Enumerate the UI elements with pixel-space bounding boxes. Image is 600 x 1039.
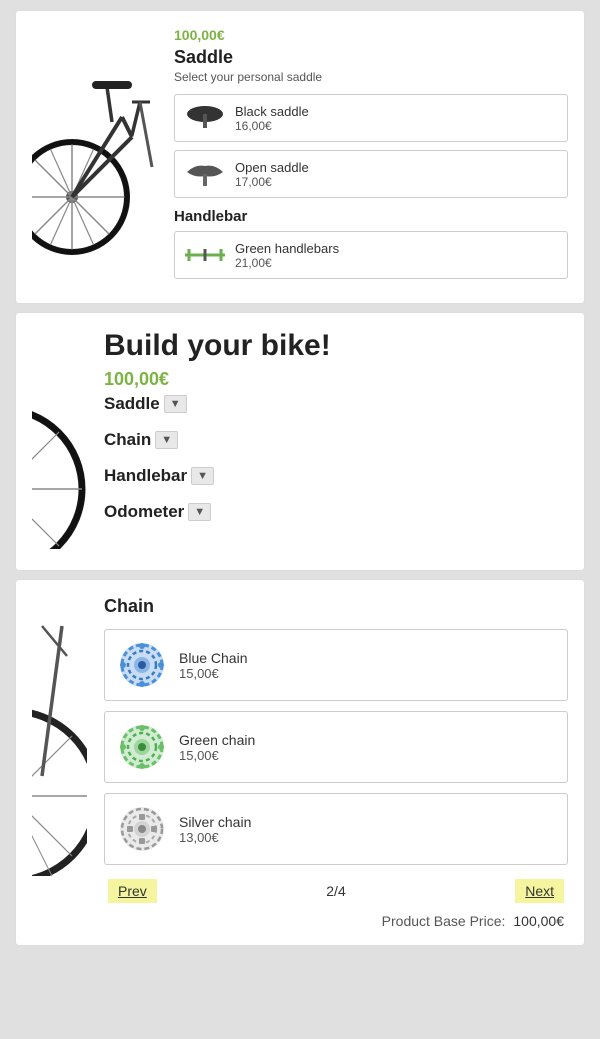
- base-price-label: Product Base Price:: [382, 913, 506, 929]
- saddle-option-open[interactable]: Open saddle 17,00€: [174, 150, 568, 198]
- build-bike-content: Build your bike! 100,00€ Saddle ▼ Chain …: [104, 329, 568, 532]
- navigation-row: Prev 2/4 Next: [104, 879, 568, 903]
- green-chain-icon: [117, 722, 167, 772]
- odometer-dropdown-btn[interactable]: ▼: [188, 503, 211, 521]
- green-chain-info: Green chain 15,00€: [179, 732, 255, 763]
- green-handlebar-icon: [185, 240, 225, 270]
- config-chain-label: Chain: [104, 430, 151, 450]
- open-saddle-info: Open saddle 17,00€: [235, 160, 309, 189]
- prev-button[interactable]: Prev: [108, 879, 157, 903]
- green-handlebar-name: Green handlebars: [235, 241, 339, 256]
- chain-card: Chain: [15, 579, 585, 946]
- silver-chain-price: 13,00€: [179, 830, 251, 845]
- build-bike-price: 100,00€: [104, 369, 568, 390]
- base-price-row: Product Base Price: 100,00€: [104, 913, 568, 929]
- saddle-card-price: 100,00€: [174, 27, 568, 43]
- blue-chain-name: Blue Chain: [179, 650, 248, 666]
- config-option-handlebar[interactable]: Handlebar ▼: [104, 466, 568, 486]
- config-saddle-label: Saddle: [104, 394, 160, 414]
- bike-image-3: [32, 596, 92, 929]
- open-saddle-icon: [185, 159, 225, 189]
- silver-chain-icon: [117, 804, 167, 854]
- chain-section-title: Chain: [104, 596, 568, 617]
- open-saddle-price: 17,00€: [235, 175, 309, 189]
- handlebar-dropdown-btn[interactable]: ▼: [191, 467, 214, 485]
- next-button[interactable]: Next: [515, 879, 564, 903]
- saddle-card-content: 100,00€ Saddle Select your personal sadd…: [174, 27, 568, 287]
- chain-option-silver[interactable]: Silver chain 13,00€: [104, 793, 568, 865]
- silver-chain-name: Silver chain: [179, 814, 251, 830]
- blue-chain-icon: [117, 640, 167, 690]
- bike-image-1: [32, 27, 162, 287]
- build-bike-card: Build your bike! 100,00€ Saddle ▼ Chain …: [15, 312, 585, 571]
- green-handlebar-price: 21,00€: [235, 256, 339, 270]
- blue-chain-price: 15,00€: [179, 666, 248, 681]
- main-title: Build your bike!: [104, 329, 568, 363]
- green-handlebar-info: Green handlebars 21,00€: [235, 241, 339, 270]
- saddle-card: 100,00€ Saddle Select your personal sadd…: [15, 10, 585, 304]
- chain-option-green[interactable]: Green chain 15,00€: [104, 711, 568, 783]
- config-option-saddle[interactable]: Saddle ▼: [104, 394, 568, 414]
- green-chain-price: 15,00€: [179, 748, 255, 763]
- silver-chain-info: Silver chain 13,00€: [179, 814, 251, 845]
- green-chain-name: Green chain: [179, 732, 255, 748]
- saddle-option-black[interactable]: Black saddle 16,00€: [174, 94, 568, 142]
- handlebar-option-green[interactable]: Green handlebars 21,00€: [174, 231, 568, 279]
- black-saddle-name: Black saddle: [235, 104, 309, 119]
- config-handlebar-label: Handlebar: [104, 466, 187, 486]
- black-saddle-price: 16,00€: [235, 119, 309, 133]
- config-odometer-label: Odometer: [104, 502, 184, 522]
- chain-card-content: Chain: [104, 596, 568, 929]
- config-options-list: Saddle ▼ Chain ▼ Handlebar ▼ Odometer ▼: [104, 394, 568, 532]
- blue-chain-info: Blue Chain 15,00€: [179, 650, 248, 681]
- open-saddle-name: Open saddle: [235, 160, 309, 175]
- black-saddle-icon: [185, 103, 225, 133]
- black-saddle-info: Black saddle 16,00€: [235, 104, 309, 133]
- chain-option-blue[interactable]: Blue Chain 15,00€: [104, 629, 568, 701]
- handlebar-section-title: Handlebar: [174, 208, 568, 225]
- bike-image-2: [32, 329, 92, 554]
- saddle-dropdown-btn[interactable]: ▼: [164, 395, 187, 413]
- page-counter: 2/4: [326, 883, 345, 899]
- base-price-value: 100,00€: [513, 913, 564, 929]
- chain-dropdown-btn[interactable]: ▼: [155, 431, 178, 449]
- config-option-chain[interactable]: Chain ▼: [104, 430, 568, 450]
- saddle-section-title: Saddle: [174, 47, 568, 68]
- config-option-odometer[interactable]: Odometer ▼: [104, 502, 568, 522]
- saddle-section-subtitle: Select your personal saddle: [174, 70, 568, 84]
